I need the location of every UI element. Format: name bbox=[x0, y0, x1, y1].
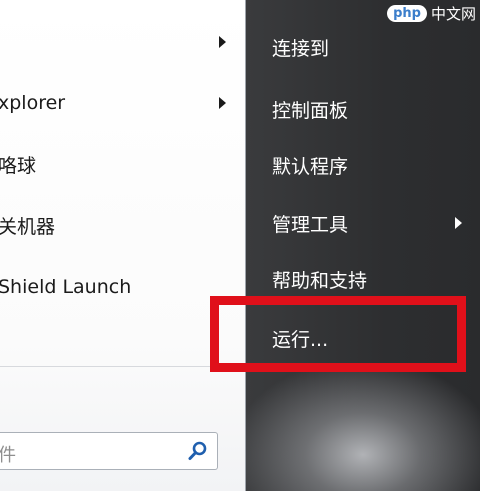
menu-item-label: 管理工具 bbox=[272, 213, 349, 236]
menu-item-label: 默认程序 bbox=[272, 155, 349, 178]
program-item-label: xplorer bbox=[0, 92, 66, 114]
highlight-annotation bbox=[210, 296, 466, 372]
menu-item-default-programs[interactable]: 默认程序 bbox=[272, 145, 472, 185]
pane-glow bbox=[246, 370, 480, 491]
menu-item-label: 控制面板 bbox=[272, 99, 349, 122]
start-menu-programs-pane: xplorer 咯球 关机器 Shield Launch 件 bbox=[0, 0, 246, 491]
submenu-arrow-icon bbox=[219, 97, 226, 109]
search-input[interactable]: 件 bbox=[0, 432, 218, 470]
menu-item-label: 帮助和支持 bbox=[272, 269, 368, 292]
menu-item-connect-to[interactable]: 连接到 bbox=[272, 27, 472, 67]
submenu-arrow-icon bbox=[219, 36, 226, 48]
watermark-text: 中文网 bbox=[430, 4, 476, 23]
menu-item-admin-tools[interactable]: 管理工具 bbox=[272, 203, 472, 243]
menu-item-control-panel[interactable]: 控制面板 bbox=[272, 89, 472, 129]
submenu-arrow-icon bbox=[455, 217, 462, 229]
program-item-machine[interactable]: 关机器 bbox=[0, 205, 238, 245]
menu-divider bbox=[0, 366, 234, 367]
menu-item-label: 连接到 bbox=[272, 37, 330, 60]
program-item-label: 咯球 bbox=[0, 154, 37, 177]
search-input-text: 件 bbox=[0, 445, 16, 466]
program-item-globe[interactable]: 咯球 bbox=[0, 144, 238, 184]
search-icon[interactable] bbox=[187, 440, 209, 462]
site-watermark: php 中文网 bbox=[387, 2, 476, 24]
program-item-1[interactable] bbox=[0, 22, 238, 62]
watermark-badge: php bbox=[387, 4, 427, 22]
menu-item-help-support[interactable]: 帮助和支持 bbox=[272, 259, 472, 299]
program-item-shield-launch[interactable]: Shield Launch bbox=[0, 267, 238, 307]
program-item-explorer[interactable]: xplorer bbox=[0, 83, 238, 123]
program-item-label: Shield Launch bbox=[0, 276, 132, 298]
start-menu-system-pane: 连接到 控制面板 默认程序 管理工具 帮助和支持 运行... bbox=[246, 0, 480, 491]
program-item-label: 关机器 bbox=[0, 215, 56, 238]
